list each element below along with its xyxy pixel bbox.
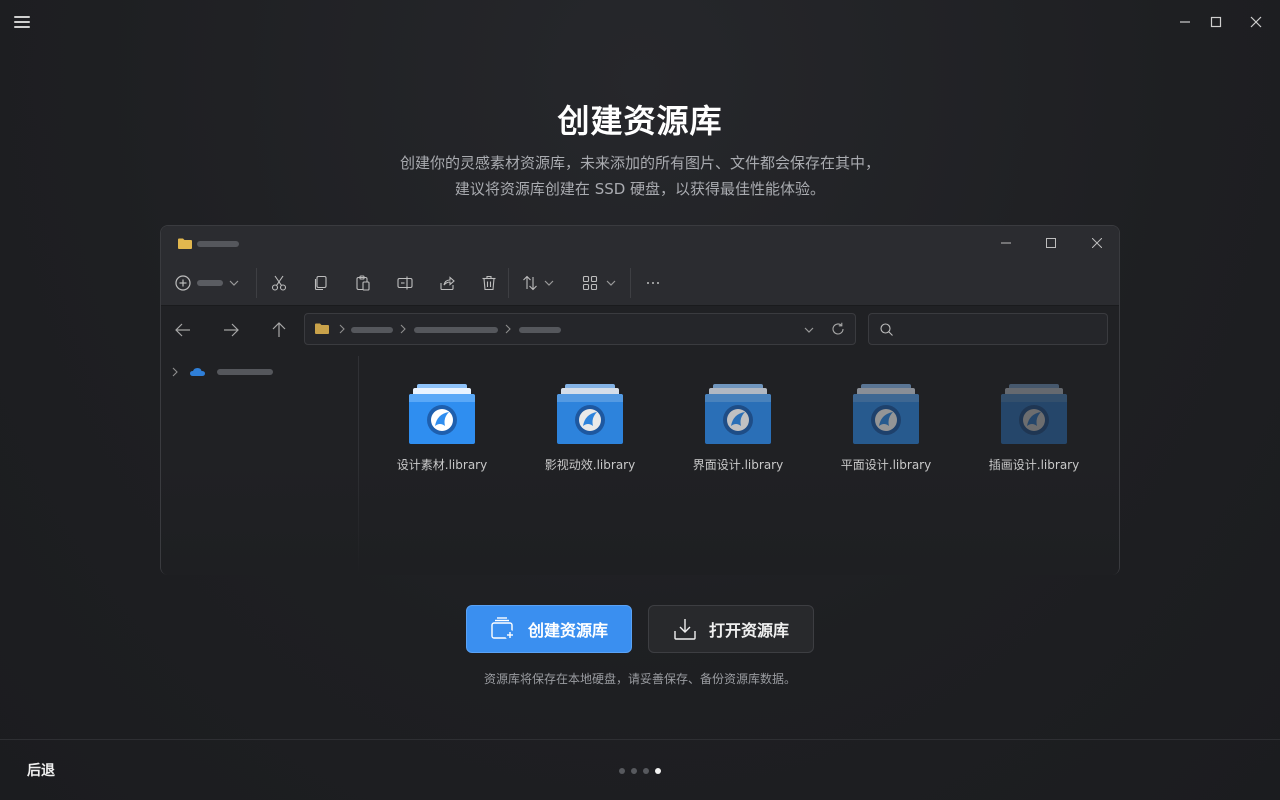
library-file-5: 插画设计.library: [974, 382, 1094, 473]
close-icon: [1250, 16, 1262, 28]
new-item-control: [175, 274, 239, 292]
sidebar-label-placeholder: [217, 369, 273, 375]
toolbar-divider: [256, 268, 257, 298]
step-indicator: [619, 768, 667, 774]
step-dot: [655, 768, 661, 774]
chevron-right-icon: [339, 324, 345, 334]
subtitle-line-1: 创建你的灵感素材资源库，未来添加的所有图片、文件都会保存在其中，: [399, 154, 880, 172]
chevron-right-icon: [172, 367, 178, 377]
step-dot: [619, 768, 625, 774]
sort-control: [522, 274, 554, 292]
top-bar: [0, 0, 1280, 48]
library-file-4: 平面设计.library: [826, 382, 946, 473]
library-file-3: 界面设计.library: [678, 382, 798, 473]
file-name: 界面设计.library: [692, 458, 784, 472]
folder-icon: [178, 238, 192, 249]
toolbar-divider: [630, 268, 631, 298]
step-dot: [631, 768, 637, 774]
file-name: 影视动效.library: [544, 458, 636, 472]
chevron-right-icon: [505, 324, 511, 334]
back-arrow-icon: [174, 321, 192, 339]
library-file-2: 影视动效.library: [530, 382, 650, 473]
folder-icon: [315, 323, 329, 334]
app-window: 创建资源库 创建你的灵感素材资源库，未来添加的所有图片、文件都会保存在其中， 建…: [0, 0, 1280, 800]
footer-bar: 后退: [0, 739, 1280, 800]
explorer-titlebar: [161, 226, 1119, 260]
view-control: [582, 274, 616, 292]
grid-view-icon: [582, 275, 598, 291]
address-bar: [304, 313, 856, 345]
paste-icon: [355, 274, 371, 292]
hamburger-menu-icon[interactable]: [14, 16, 30, 30]
file-name: 插画设计.library: [988, 458, 1080, 472]
storage-note: 资源库将保存在本地硬盘，请妥善保存、备份资源库数据。: [483, 672, 796, 686]
file-name: 设计素材.library: [396, 458, 488, 472]
chevron-down-icon: [544, 280, 554, 286]
create-library-button[interactable]: 创建资源库: [466, 605, 632, 653]
library-folder-icon: [703, 382, 773, 446]
new-label-placeholder: [197, 280, 223, 286]
path-segment-placeholder: [519, 327, 561, 333]
share-icon: [439, 274, 455, 292]
create-library-icon: [491, 617, 515, 640]
download-icon: [674, 619, 696, 640]
window-title-placeholder: [197, 241, 239, 247]
forward-arrow-icon: [222, 321, 240, 339]
library-folder-icon: [999, 382, 1069, 446]
explorer-toolbar: [161, 260, 1119, 306]
delete-icon: [481, 274, 497, 292]
library-folder-icon: [555, 382, 625, 446]
toolbar-divider: [508, 268, 509, 298]
explorer-sidebar: [161, 356, 359, 575]
chevron-down-icon: [606, 280, 616, 286]
open-library-label: 打开资源库: [708, 621, 789, 640]
create-library-label: 创建资源库: [527, 621, 608, 640]
maximize-icon: [1210, 16, 1222, 28]
copy-icon: [313, 274, 329, 292]
explorer-minimize-icon: [997, 234, 1015, 252]
cloud-icon: [190, 368, 205, 376]
minimize-button[interactable]: [1175, 12, 1195, 32]
explorer-file-grid: 设计素材.library 影视动效.library 界面设计.library 平…: [360, 356, 1119, 575]
search-icon: [880, 323, 893, 336]
explorer-illustration: 设计素材.library 影视动效.library 界面设计.library 平…: [160, 225, 1120, 575]
explorer-maximize-icon: [1042, 234, 1060, 252]
step-dot: [643, 768, 649, 774]
cut-icon: [271, 274, 287, 292]
path-segment-placeholder: [351, 327, 393, 333]
explorer-close-icon: [1088, 234, 1106, 252]
refresh-icon: [832, 322, 844, 335]
sidebar-item-cloud: [171, 366, 273, 378]
explorer-navbar: [161, 306, 1119, 356]
page-title: 创建资源库: [557, 102, 723, 140]
rename-icon: [397, 274, 413, 292]
chevron-right-icon: [400, 324, 406, 334]
explorer-search-box: [868, 313, 1108, 345]
chevron-down-icon: [229, 280, 239, 286]
library-folder-icon: [407, 382, 477, 446]
open-library-button[interactable]: 打开资源库: [648, 605, 814, 653]
sort-icon: [523, 275, 537, 291]
minimize-icon: [1180, 21, 1190, 23]
add-circle-icon: [175, 275, 191, 291]
subtitle-line-2: 建议将资源库创建在 SSD 硬盘，以获得最佳性能体验。: [454, 180, 826, 198]
file-name: 平面设计.library: [840, 458, 932, 472]
chevron-down-icon: [804, 327, 814, 333]
back-button[interactable]: 后退: [27, 760, 55, 780]
up-arrow-icon: [270, 321, 288, 339]
library-folder-icon: [851, 382, 921, 446]
more-icon: [645, 274, 661, 292]
close-button[interactable]: [1246, 12, 1266, 32]
page-subtitle: 创建你的灵感素材资源库，未来添加的所有图片、文件都会保存在其中， 建议将资源库创…: [0, 150, 1280, 202]
maximize-button[interactable]: [1206, 12, 1226, 32]
path-segment-placeholder: [414, 327, 498, 333]
library-file-1: 设计素材.library: [382, 382, 502, 473]
